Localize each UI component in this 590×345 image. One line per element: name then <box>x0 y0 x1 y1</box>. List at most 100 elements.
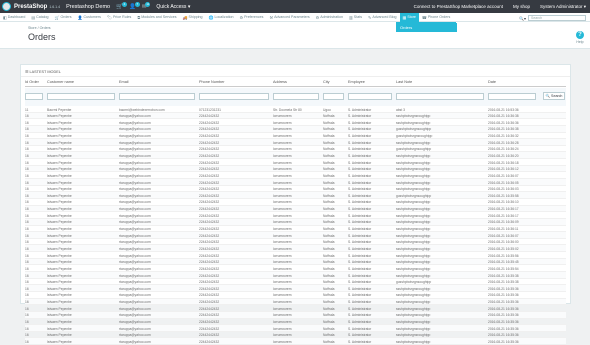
menu-item-dashboard[interactable]: ◧ Dashboard <box>0 15 28 20</box>
filter-input[interactable] <box>273 93 319 100</box>
table-row[interactable]: 16 Istvaen Pepenbe rtaruppa@yahoo.com 22442… <box>25 205 566 213</box>
quick-access-menu[interactable]: Quick Access ▾ <box>156 4 190 10</box>
search-scope-icon[interactable]: 🔍▾ <box>519 16 526 21</box>
menu-item-store[interactable]: ▦ Store <box>399 12 419 22</box>
message-notification-icon[interactable]: ✉ 11 <box>142 1 151 10</box>
table-row[interactable]: 16 Istvaen Pepenbe rtaruppa@yahoo.com 22442… <box>25 133 566 140</box>
table-row[interactable]: 16 Istvaen Pepenbe rtaruppa@yahoo.com 22442… <box>25 265 566 273</box>
menu-item-advanced-parameters[interactable]: ⚒ Advanced Parameters <box>266 15 312 20</box>
menu-item-preferences[interactable]: ⚙ Preferences <box>237 15 267 20</box>
table-cell: lorrumxorem <box>273 320 292 324</box>
table-cell: 16 <box>25 260 29 265</box>
table-row[interactable]: 16 Istvaen Pepenbe rtaruppa@yahoo.com 22442… <box>25 172 566 180</box>
table-cell: 16 <box>25 273 29 278</box>
table-row[interactable]: 16 Istvaen Pepenbe rtaruppa@yahoo.com 22442… <box>25 152 566 160</box>
table-cell: S. Administrator <box>348 140 372 145</box>
table-row[interactable]: 16 Istvaen Pepenbe rtaruppa@yahoo.com 22442… <box>25 112 566 120</box>
menu-item-localization[interactable]: 🌐 Localization <box>206 15 237 20</box>
marketplace-connect-link[interactable]: Connect to PrestaShop Marketplace accoun… <box>414 4 503 9</box>
table-row[interactable]: 16 Istvaen Pepenbe rtaruppa@yahoo.com 22442… <box>25 272 566 279</box>
search-button[interactable]: 🔍 Search <box>543 92 565 100</box>
table-row[interactable]: 16 Istvaen Pepenbe rtaruppa@yahoo.com 22442… <box>25 332 566 339</box>
filter-input[interactable] <box>396 93 484 100</box>
table-row[interactable]: 16 Istvaen Pepenbe rtaruppa@yahoo.com 22442… <box>25 285 566 292</box>
table-cell: 2016-08-21 16:36:28 <box>488 140 519 145</box>
menu-item-price-rules[interactable]: 🏷 Price Rules <box>104 15 134 20</box>
table-row[interactable]: 16 Istvaen Pepenbe rtaruppa@yahoo.com 22442… <box>25 119 566 126</box>
table-row[interactable]: 16 Istvaen Pepenbe rtaruppa@yahoo.com 22442… <box>25 179 566 186</box>
table-cell: ssshpbotsrgnsroughtpp <box>396 266 431 271</box>
table-cell: 22442442432 <box>199 114 220 119</box>
column-header[interactable]: Address <box>273 80 287 84</box>
table-row[interactable]: 16 Istvaen Pepenbe rtaruppa@yahoo.com 22442… <box>25 338 566 345</box>
filter-input[interactable] <box>199 93 269 100</box>
table-cell: 22442442432 <box>199 200 220 205</box>
column-header[interactable]: City <box>323 80 330 84</box>
table-cell: lorrumxorem <box>273 253 292 258</box>
table-cell: 2016-08-21 16:35:36 <box>488 313 519 318</box>
table-row[interactable]: 11 Bacrmi Pepenbe bacrmi@webindexerrobon.c… <box>25 106 566 113</box>
table-cell: Noffrala <box>323 167 335 172</box>
menu-item-phone-orders[interactable]: ☎ Phone Orders <box>419 15 453 20</box>
table-row[interactable]: 16 Istvaen Pepenbe rtaruppa@yahoo.com 22442… <box>25 165 566 173</box>
table-row[interactable]: 16 Istvaen Pepenbe rtaruppa@yahoo.com 22442… <box>25 252 566 259</box>
table-row[interactable]: 16 Istvaen Pepenbe rtaruppa@yahoo.com 22442… <box>25 139 566 146</box>
table-row[interactable]: 16 Istvaen Pepenbe rtaruppa@yahoo.com 22442… <box>25 125 566 133</box>
menu-item-catalog[interactable]: ▤ Catalog <box>28 15 51 20</box>
brand-name[interactable]: PrestaShop <box>14 4 47 10</box>
table-row[interactable]: 16 Istvaen Pepenbe rtaruppa@yahoo.com 22442… <box>25 199 566 206</box>
table-row[interactable]: 16 Istvaen Pepenbe rtaruppa@yahoo.com 22442… <box>25 212 566 219</box>
table-cell: S. Administrator <box>348 326 372 331</box>
filter-input[interactable] <box>119 93 195 100</box>
table-cell: 22442442432 <box>199 313 220 318</box>
table-cell: rtaruppa@yahoo.com <box>119 326 151 331</box>
menu-item-stats[interactable]: ▥ Stats <box>346 15 365 20</box>
filter-input[interactable] <box>488 93 536 100</box>
submenu-item-orders[interactable]: Orders <box>397 23 457 32</box>
filter-input[interactable] <box>25 93 43 100</box>
column-header[interactable]: Customer name <box>47 80 74 84</box>
menu-item-modules-and-services[interactable]: ⧉ Modules and Services <box>134 15 179 20</box>
filter-input[interactable] <box>348 93 392 100</box>
table-row[interactable]: 16 Istvaen Pepenbe rtaruppa@yahoo.com 22442… <box>25 146 566 153</box>
menu-item-administration[interactable]: ⚙ Administration <box>313 15 346 20</box>
table-row[interactable]: 16 Istvaen Pepenbe rtaruppa@yahoo.com 22442… <box>25 218 566 226</box>
search-input[interactable]: Search <box>528 15 586 21</box>
column-header[interactable]: Date <box>488 80 496 84</box>
column-header[interactable]: Last Note <box>396 80 412 84</box>
table-row[interactable]: 16 Istvaen Pepenbe rtaruppa@yahoo.com 22442… <box>25 279 566 286</box>
table-row[interactable]: 16 Istvaen Pepenbe rtaruppa@yahoo.com 22442… <box>25 292 566 299</box>
customers-icon: 👤 <box>77 14 83 20</box>
table-row[interactable]: 16 Istvaen Pepenbe rtaruppa@yahoo.com 22442… <box>25 311 566 319</box>
table-row[interactable]: 16 Istvaen Pepenbe rtaruppa@yahoo.com 22442… <box>25 239 566 246</box>
my-shop-link[interactable]: My shop <box>513 4 530 9</box>
column-header[interactable]: Email <box>119 80 129 84</box>
cart-notification-icon[interactable]: 🛒 4 <box>116 1 127 10</box>
user-menu[interactable]: System Administrator ▾ <box>540 4 586 10</box>
filter-input[interactable] <box>47 93 115 100</box>
menu-item-customers[interactable]: 👤 Customers <box>75 15 104 20</box>
table-row[interactable]: 16 Istvaen Pepenbe rtaruppa@yahoo.com 22442… <box>25 245 566 253</box>
table-row[interactable]: 16 Istvaen Pepenbe rtaruppa@yahoo.com 22442… <box>25 319 566 326</box>
column-header[interactable]: Id Order <box>25 80 39 84</box>
search-icon: 🔍 <box>545 94 551 98</box>
table-row[interactable]: 16 Istvaen Pepenbe rtaruppa@yahoo.com 22442… <box>25 226 566 233</box>
table-row[interactable]: 16 Istvaen Pepenbe rtaruppa@yahoo.com 22442… <box>25 305 566 312</box>
table-row[interactable]: 16 Istvaen Pepenbe rtaruppa@yahoo.com 22442… <box>25 186 566 193</box>
table-row[interactable]: 16 Istvaen Pepenbe rtaruppa@yahoo.com 22442… <box>25 159 566 166</box>
prestashop-logo[interactable] <box>2 2 11 11</box>
column-header[interactable]: Employee <box>348 80 365 84</box>
menu-item-orders[interactable]: 🛒 Orders <box>52 15 75 20</box>
table-row[interactable]: 16 Istvaen Pepenbe rtaruppa@yahoo.com 22442… <box>25 325 566 332</box>
table-cell: ssshpbotsrgnsroughtpp <box>396 200 431 205</box>
help-button[interactable]: ? Help <box>576 31 584 44</box>
menu-item-shipping[interactable]: 🚚 Shipping <box>180 15 206 20</box>
table-row[interactable]: 16 Istvaen Pepenbe rtaruppa@yahoo.com 22442… <box>25 258 566 266</box>
filter-input[interactable] <box>323 93 344 100</box>
table-row[interactable]: 16 Istvaen Pepenbe rtaruppa@yahoo.com 22442… <box>25 232 566 239</box>
menu-item-advanced-blog[interactable]: ✎ Advanced Blog <box>365 15 400 20</box>
shop-name[interactable]: Prestashop Demo <box>66 4 110 10</box>
table-row[interactable]: 16 Istvaen Pepenbe rtaruppa@yahoo.com 22442… <box>25 192 566 199</box>
customer-notification-icon[interactable]: 👤 7 <box>129 1 140 10</box>
column-header[interactable]: Phone Number <box>199 80 225 84</box>
